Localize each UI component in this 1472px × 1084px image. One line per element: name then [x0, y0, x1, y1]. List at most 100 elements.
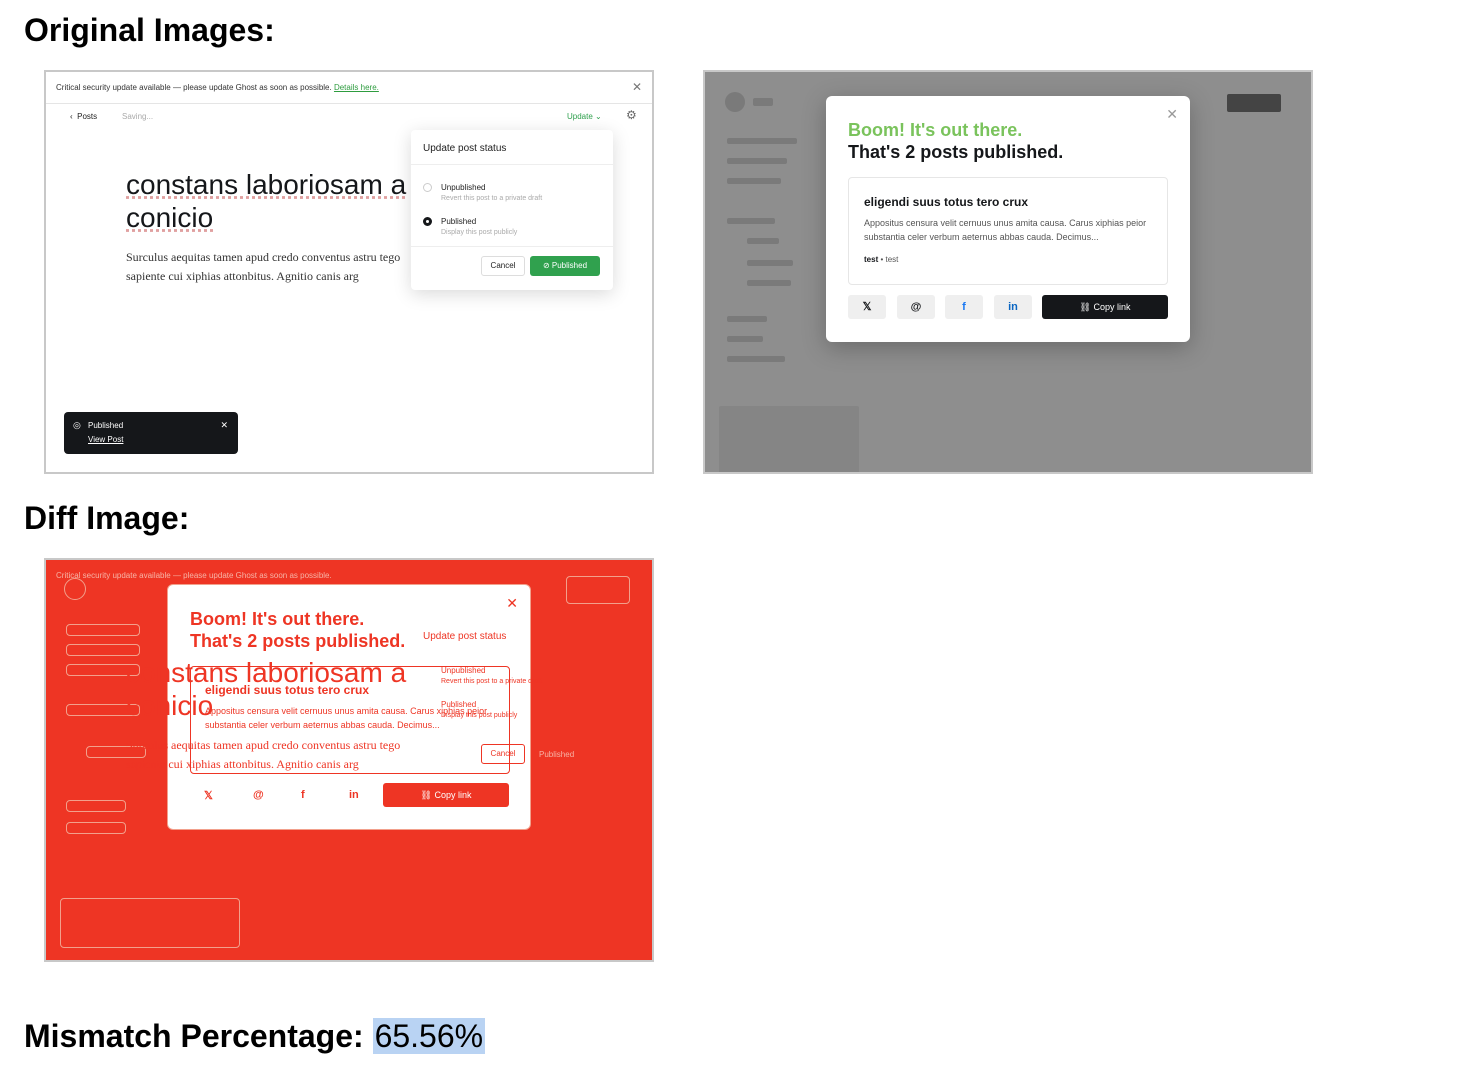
diff-post-body: Surculus aequitas tamen apud credo conve…	[126, 738, 401, 771]
mismatch-value: 65.56%	[372, 1018, 486, 1054]
diff-banner-text: Critical security update available — ple…	[56, 571, 332, 580]
diff-outline	[66, 644, 140, 656]
boom-heading: Boom! It's out there.	[848, 120, 1023, 140]
diff-outline	[66, 822, 126, 834]
placeholder-bar	[747, 280, 791, 286]
diff-boom: Boom! It's out there.	[190, 609, 365, 629]
diff-published: Published	[441, 700, 477, 709]
mismatch-label: Mismatch Percentage:	[24, 1018, 364, 1054]
back-to-posts-link[interactable]: ‹ Posts	[70, 112, 97, 121]
placeholder-bar	[727, 336, 763, 342]
x-icon[interactable]: 𝕏	[848, 295, 886, 319]
placeholder-bar	[727, 316, 767, 322]
placeholder-bar	[753, 98, 773, 106]
card-meta: test • test	[864, 255, 899, 264]
diff-x-icon: 𝕏	[204, 790, 213, 802]
post-title[interactable]: constans laboriosam a conicio	[126, 168, 456, 234]
published-button-label: Published	[551, 261, 588, 270]
banner-details-link[interactable]: Details here.	[334, 83, 379, 92]
diff-outline	[66, 624, 140, 636]
card-author: test	[864, 255, 879, 264]
diff-copy-link: ⛓ Copy link	[383, 783, 509, 807]
logo-placeholder	[725, 92, 745, 112]
published-desc: Display this post publicly	[441, 229, 518, 236]
post-body[interactable]: Surculus aequitas tamen apud credo conve…	[126, 248, 412, 288]
published-modal-screenshot: ✕ Boom! It's out there. That's 2 posts p…	[703, 70, 1313, 474]
diff-unpublished: Unpublished	[441, 666, 486, 675]
placeholder-bar	[727, 356, 785, 362]
banner-text: Critical security update available — ple…	[56, 83, 332, 92]
update-label: Update	[567, 112, 593, 121]
diff-facebook-icon: f	[301, 789, 305, 801]
diff-close-icon: ✕	[506, 595, 518, 611]
diff-outline	[66, 800, 126, 812]
diff-image-heading: Diff Image:	[24, 500, 190, 536]
diff-published-button: Published	[539, 750, 575, 759]
diff-outline	[566, 576, 630, 604]
published-modal: ✕ Boom! It's out there. That's 2 posts p…	[826, 96, 1190, 342]
unpublished-radio[interactable]	[423, 183, 432, 192]
placeholder-bar	[747, 260, 793, 266]
cancel-button[interactable]: Cancel	[481, 256, 525, 276]
placeholder-bar	[727, 138, 797, 144]
diff-unpublished-desc: Revert this post to a private draft	[441, 678, 543, 685]
editor-screenshot: Critical security update available — ple…	[44, 70, 654, 474]
diff-published-desc: Display this post publicly	[441, 712, 518, 719]
view-post-link[interactable]: View Post	[88, 435, 123, 444]
published-button[interactable]: ⊘ Published	[530, 256, 600, 276]
popover-title: Update post status	[423, 143, 507, 154]
placeholder-bar	[727, 158, 787, 164]
diff-threads-icon: @	[253, 789, 264, 801]
link-icon: ⛓	[1079, 302, 1091, 312]
card-title: eligendi suus totus tero crux	[864, 195, 1029, 209]
close-icon[interactable]: ✕	[220, 420, 228, 431]
post-preview-card[interactable]: eligendi suus totus tero crux Appositus …	[848, 177, 1168, 285]
diff-count: That's 2 posts published.	[190, 631, 406, 651]
gear-icon[interactable]: ⚙	[626, 108, 640, 122]
close-icon[interactable]: ✕	[632, 80, 642, 94]
placeholder-card	[719, 406, 859, 472]
published-toast: ◎ Published View Post ✕	[64, 412, 238, 454]
published-radio[interactable]	[423, 217, 432, 226]
placeholder-bar	[727, 218, 775, 224]
diff-copy-label: Copy link	[434, 790, 472, 800]
divider	[411, 164, 613, 165]
placeholder-bar	[727, 178, 781, 184]
close-icon[interactable]: ✕	[1166, 106, 1178, 123]
mismatch-heading: Mismatch Percentage: 65.56%	[24, 1018, 486, 1055]
copy-link-button[interactable]: ⛓ Copy link	[1042, 295, 1168, 319]
diff-image: Critical security update available — ple…	[44, 558, 654, 962]
diff-outline	[60, 898, 240, 948]
toast-title: Published	[88, 421, 124, 430]
diff-cancel: Cancel	[481, 744, 525, 764]
placeholder-bar	[747, 238, 779, 244]
published-label: Published	[441, 217, 477, 226]
diff-popover-title: Update post status	[423, 631, 507, 642]
diff-post-title: constans laboriosam a conicio	[126, 657, 407, 721]
back-label: Posts	[77, 112, 98, 121]
update-button[interactable]: Update ⌄	[567, 112, 602, 121]
chevron-down-icon: ⌄	[595, 112, 602, 121]
published-count: That's 2 posts published.	[848, 142, 1064, 162]
diff-linkedin-icon: in	[349, 789, 359, 801]
card-tag: test	[885, 255, 899, 264]
original-images-heading: Original Images:	[24, 12, 275, 48]
facebook-icon[interactable]: f	[945, 295, 983, 319]
unpublished-label: Unpublished	[441, 183, 486, 192]
unpublished-desc: Revert this post to a private draft	[441, 195, 543, 202]
security-banner: Critical security update available — ple…	[46, 72, 652, 104]
divider	[411, 246, 613, 247]
comparison-page: Original Images: Critical security updat…	[0, 0, 1472, 1084]
diff-link-icon: ⛓	[420, 790, 432, 800]
linkedin-icon[interactable]: in	[994, 295, 1032, 319]
copy-link-label: Copy link	[1093, 302, 1131, 312]
editor-toolbar: ‹ Posts Saving... Update ⌄ ⚙	[46, 106, 652, 128]
post-status-popover: Update post status Unpublished Revert th…	[411, 130, 613, 290]
check-circle-icon: ◎	[73, 420, 81, 430]
saving-status: Saving...	[122, 112, 154, 121]
card-excerpt: Appositus censura velit cernuus unus ami…	[864, 218, 1147, 242]
placeholder-button	[1227, 94, 1281, 112]
threads-icon[interactable]: @	[897, 295, 935, 319]
check-icon: ⊘	[542, 261, 550, 270]
diff-outline	[64, 578, 86, 600]
